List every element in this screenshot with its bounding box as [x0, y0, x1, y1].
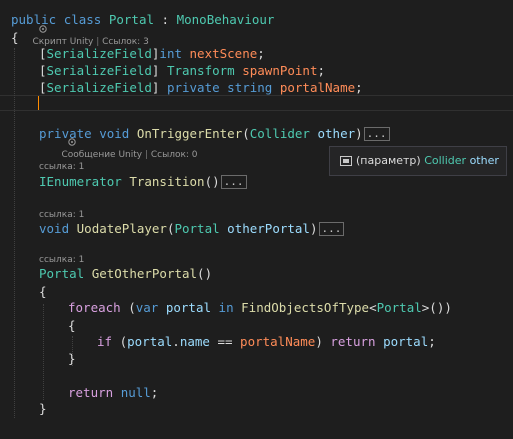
local-variable: portal	[383, 334, 429, 349]
modifier: private	[39, 126, 92, 141]
method-signature-line: Portal GetOtherPortal()	[39, 266, 213, 281]
method-signature-line: void UodatePlayer(Portal otherPortal)...	[39, 221, 345, 237]
text-cursor	[38, 96, 39, 110]
tooltip-type: Collider	[424, 154, 467, 167]
brace: {	[11, 30, 19, 45]
keyword: public	[11, 12, 57, 27]
current-line-highlight	[0, 95, 513, 111]
return-type: void	[99, 126, 130, 141]
foreach-line: foreach (var portal in FindObjectsOfType…	[68, 300, 452, 315]
class-declaration-line: public class Portal : MonoBehaviour	[11, 12, 274, 28]
keyword: if	[97, 334, 113, 349]
method-call: FindObjectsOfType	[241, 300, 370, 315]
transition-codelens[interactable]: ссылка: 1	[39, 161, 84, 173]
keyword: return	[330, 334, 376, 349]
close-brace-line: }	[68, 351, 76, 366]
local-variable: portal	[127, 334, 173, 349]
keyword: foreach	[68, 300, 121, 315]
method-name: Transition	[129, 174, 205, 189]
parameter-name: otherPortal	[227, 221, 310, 236]
modifier: private	[166, 80, 228, 95]
field-name: portalName	[279, 80, 356, 95]
return-type: IEnumerator	[39, 174, 122, 189]
if-line: if (portal.name == portalName) return po…	[97, 334, 436, 349]
property: name	[179, 334, 210, 349]
indent-guide	[14, 48, 15, 418]
method-signature-line: IEnumerator Transition()...	[39, 174, 247, 190]
keyword: return	[68, 385, 114, 400]
keyword: var	[135, 300, 159, 315]
indent-guide	[43, 304, 44, 400]
parameter-name: other	[317, 126, 356, 141]
tooltip-name: other	[469, 154, 499, 167]
field-line: [SerializeField]int nextScene;	[39, 46, 265, 61]
codelens-label[interactable]: Сообщение Unity	[61, 150, 142, 160]
method-name: UodatePlayer	[76, 221, 167, 236]
code-editor[interactable]: Скрипт Unity | Ссылок: 3 public class Po…	[0, 0, 513, 439]
type-argument: Portal	[376, 300, 422, 315]
parameter-type: Portal	[174, 221, 220, 236]
open-brace-line: {	[11, 30, 19, 46]
field-name: spawnPoint	[242, 63, 318, 78]
parameter-icon	[340, 149, 352, 175]
field-type: int	[159, 46, 182, 61]
attribute-name: SerializeField	[46, 46, 152, 61]
return-line: return null;	[68, 385, 159, 400]
field-name: portalName	[240, 334, 316, 349]
keyword: null	[120, 385, 151, 400]
keyword: class	[63, 12, 102, 27]
horizontal-scrollbar[interactable]	[0, 431, 513, 439]
field-name: nextScene	[189, 46, 258, 61]
field-type: string	[227, 80, 273, 95]
method-name: GetOtherPortal	[91, 266, 198, 281]
open-brace-line: {	[68, 318, 76, 333]
codelens-refs[interactable]: Ссылок: 0	[151, 150, 198, 160]
method-name: OnTriggerEnter	[136, 126, 243, 141]
return-type: void	[39, 221, 70, 236]
collapsed-region-button[interactable]: ...	[363, 127, 390, 141]
class-name: Portal	[108, 12, 155, 27]
local-variable: portal	[165, 300, 212, 315]
keyword: in	[218, 300, 234, 315]
close-brace-line: }	[39, 401, 47, 416]
update-codelens[interactable]: ссылка: 1	[39, 209, 84, 221]
attribute-name: SerializeField	[46, 80, 152, 95]
field-type: Transform	[166, 63, 235, 78]
field-line: [SerializeField] private string portalNa…	[39, 80, 363, 95]
field-line: [SerializeField] Transform spawnPoint;	[39, 63, 326, 78]
tooltip-kind: (параметр)	[356, 154, 421, 167]
base-class-name: MonoBehaviour	[176, 12, 275, 27]
colon: :	[154, 12, 177, 27]
return-type: Portal	[39, 266, 85, 281]
collapsed-region-button[interactable]: ...	[220, 175, 247, 189]
quickinfo-tooltip: (параметр) Collider other	[329, 146, 507, 176]
collapsed-region-button[interactable]: ...	[318, 222, 345, 236]
parameter-type: Collider	[249, 126, 310, 141]
getother-codelens[interactable]: ссылка: 1	[39, 254, 84, 266]
attribute-name: SerializeField	[46, 63, 152, 78]
method-signature-line: private void OnTriggerEnter(Collider oth…	[39, 126, 390, 142]
trigger-codelens[interactable]: Сообщение Unity | Ссылок: 0	[39, 114, 198, 160]
open-brace-line: {	[39, 284, 47, 299]
